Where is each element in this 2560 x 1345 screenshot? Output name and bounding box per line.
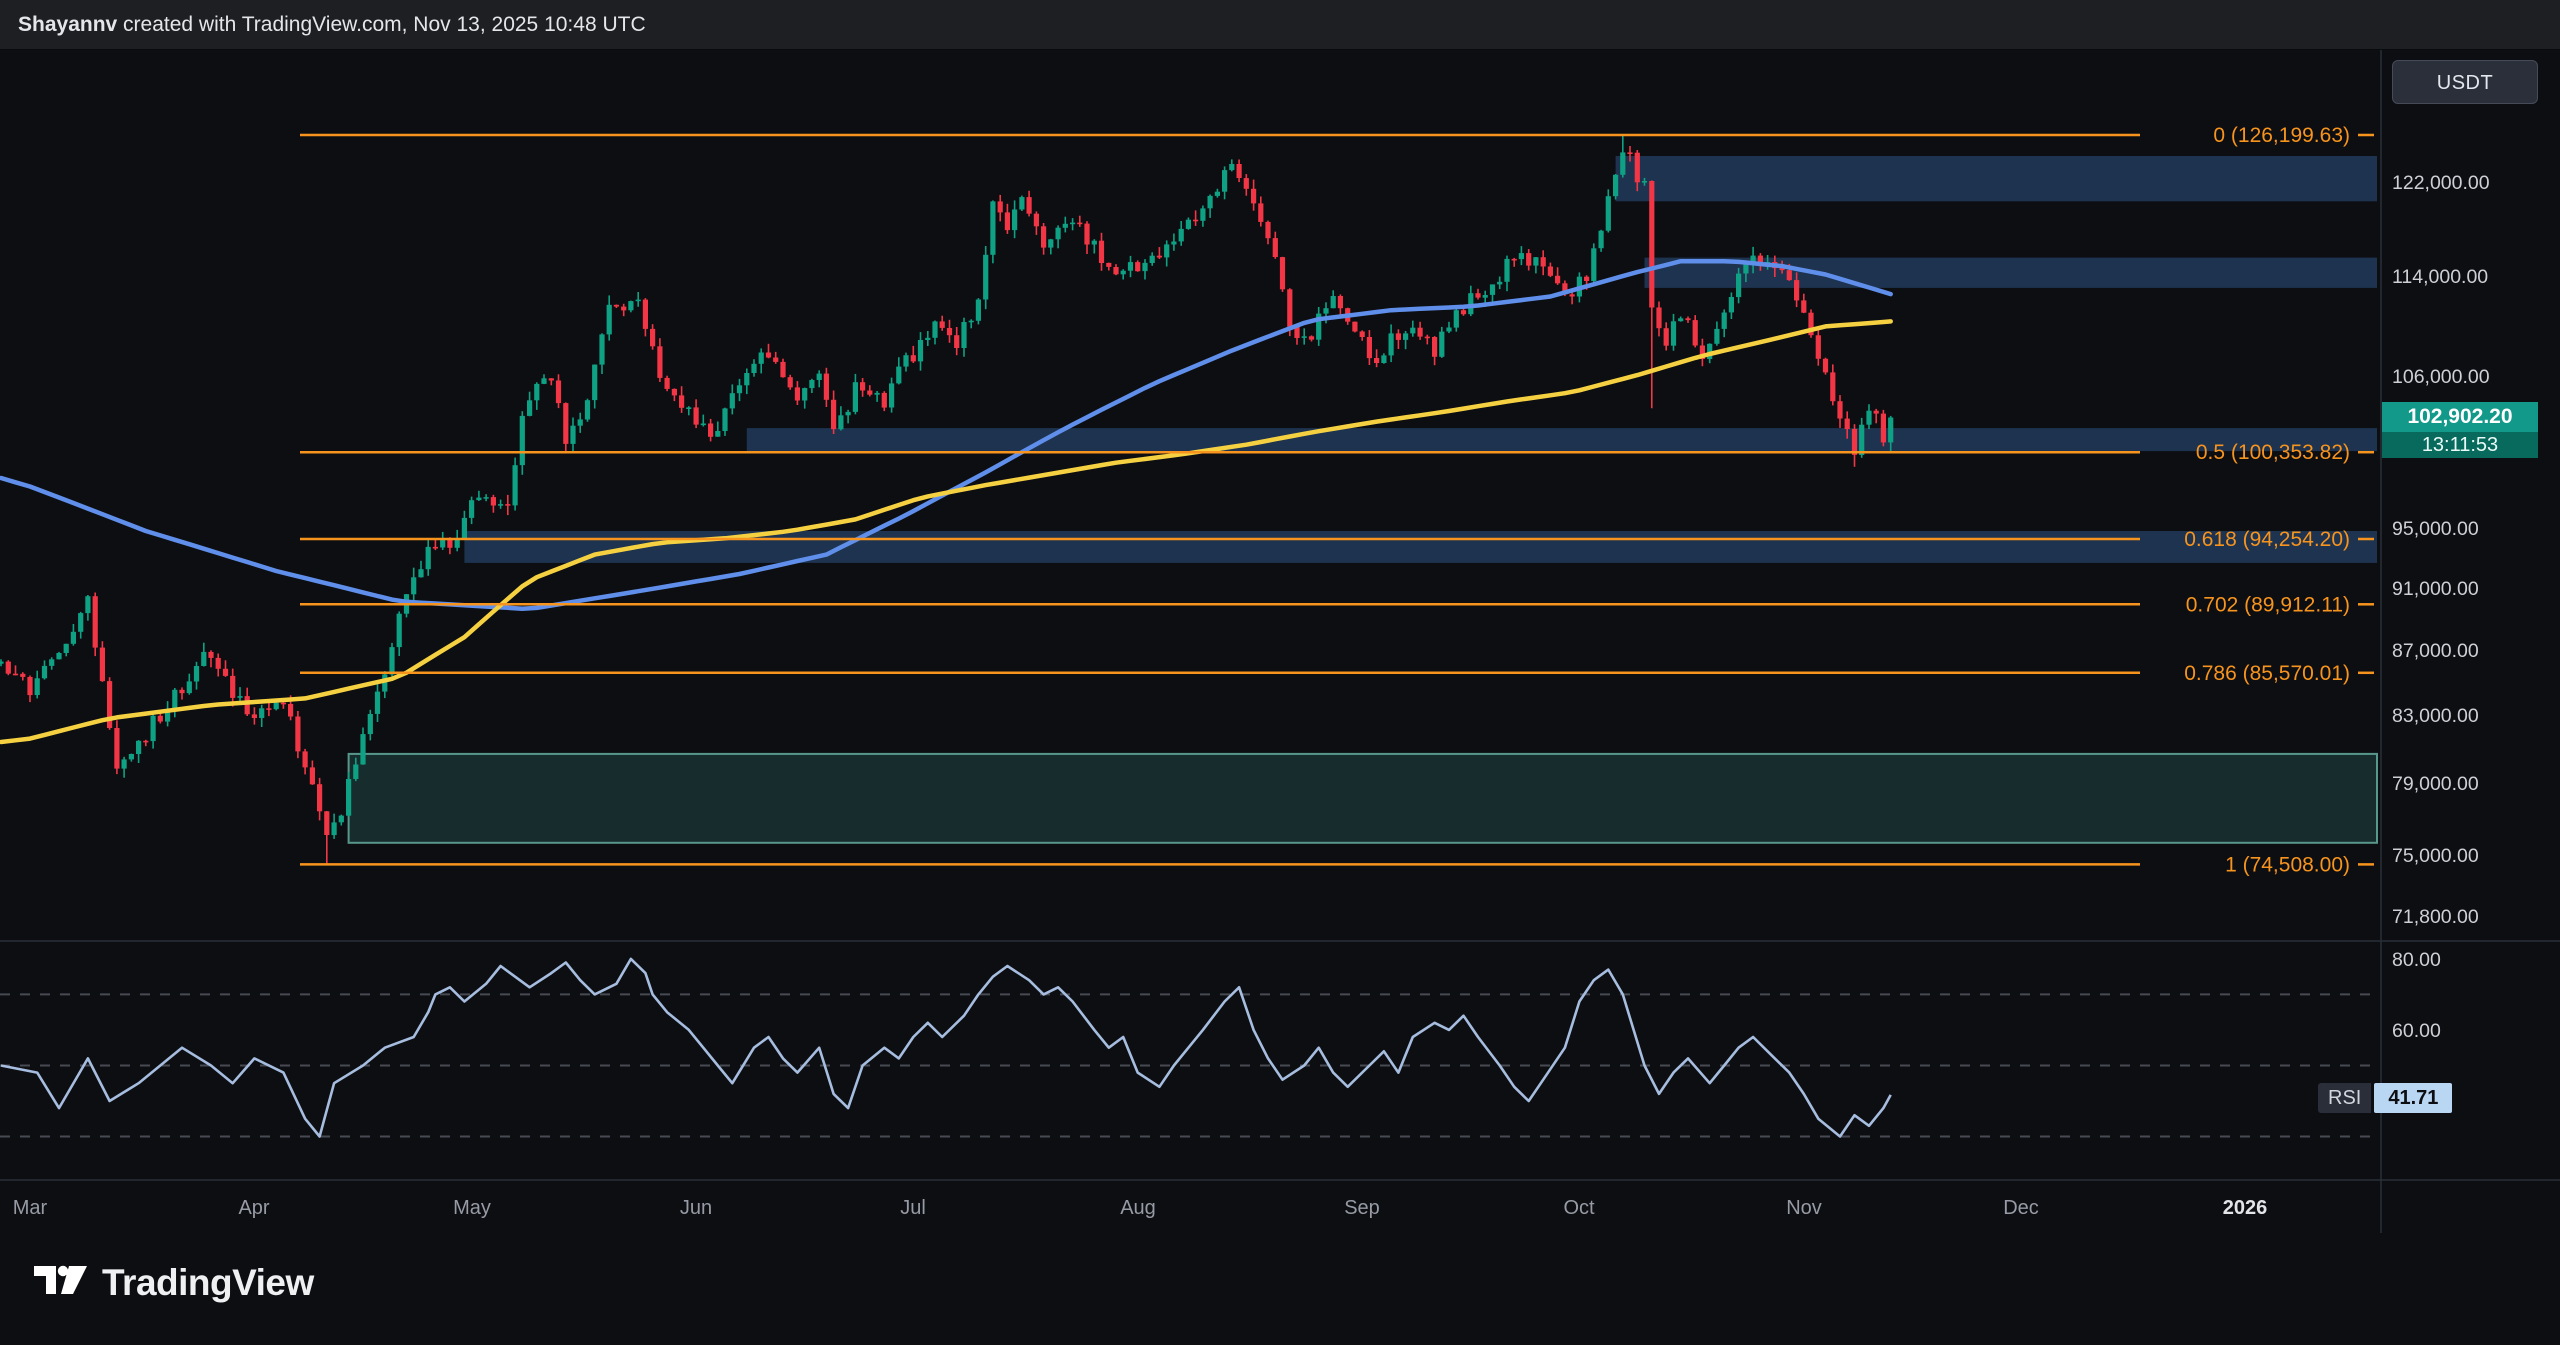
- rsi-last-value-badge: RSI 41.71: [2318, 1083, 2452, 1113]
- supply-zone-124k: [1616, 156, 2377, 201]
- svg-text:Apr: Apr: [238, 1197, 269, 1219]
- bar-countdown-timer: 13:11:53: [2382, 432, 2538, 458]
- fib-level-label: 0.618 (94,254.20): [2184, 528, 2350, 551]
- svg-text:Jul: Jul: [900, 1197, 926, 1219]
- support-zone-101k: [747, 428, 2377, 451]
- fib-level-label: 0 (126,199.63): [2213, 124, 2350, 147]
- rsi-axis-labels[interactable]: 80.00 60.00: [2392, 949, 2441, 1042]
- svg-text:Oct: Oct: [1563, 1197, 1595, 1219]
- svg-text:106,000.00: 106,000.00: [2392, 366, 2490, 388]
- svg-text:87,000.00: 87,000.00: [2392, 640, 2479, 662]
- rsi-value: 41.71: [2374, 1083, 2452, 1113]
- svg-text:Nov: Nov: [1786, 1197, 1822, 1219]
- tradingview-logo-icon: [34, 1258, 88, 1307]
- fib-level-label: 0.702 (89,912.11): [2186, 593, 2350, 616]
- demand-zone-78k: [349, 754, 2377, 843]
- svg-text:Mar: Mar: [13, 1197, 48, 1219]
- attribution-text: created with TradingView.com, Nov 13, 20…: [117, 13, 645, 36]
- tradingview-logo-text: TradingView: [102, 1262, 314, 1304]
- fib-level-label: 0.5 (100,353.82): [2196, 441, 2350, 464]
- svg-text:Dec: Dec: [2003, 1197, 2039, 1219]
- price-axis-labels[interactable]: 122,000.00 114,000.00 106,000.00 95,000.00 9…: [2392, 172, 2490, 928]
- time-axis-labels[interactable]: Mar Apr May Jun Jul Aug Sep Oct Nov Dec 2026: [13, 1197, 2267, 1219]
- svg-text:80.00: 80.00: [2392, 949, 2441, 971]
- rsi-band-lines: [0, 994, 2377, 1136]
- svg-text:91,000.00: 91,000.00: [2392, 578, 2479, 600]
- last-price-badge: 102,902.20 13:11:53: [2382, 402, 2538, 458]
- svg-text:83,000.00: 83,000.00: [2392, 705, 2479, 727]
- currency-toggle-usdt[interactable]: USDT: [2392, 60, 2538, 104]
- svg-text:May: May: [453, 1197, 491, 1219]
- svg-text:Aug: Aug: [1120, 1197, 1156, 1219]
- svg-text:60.00: 60.00: [2392, 1020, 2441, 1042]
- fib-level[interactable]: 1 (74,508.00): [300, 853, 2374, 876]
- svg-text:79,000.00: 79,000.00: [2392, 773, 2479, 795]
- svg-text:75,000.00: 75,000.00: [2392, 845, 2479, 867]
- fib-level[interactable]: 0 (126,199.63): [300, 124, 2374, 147]
- attribution-username: Shayannv: [18, 13, 117, 36]
- svg-text:95,000.00: 95,000.00: [2392, 518, 2479, 540]
- rsi-line: [1, 959, 1891, 1137]
- last-price-value: 102,902.20: [2382, 402, 2538, 432]
- fib-level-label: 1 (74,508.00): [2225, 853, 2350, 876]
- svg-text:2026: 2026: [2223, 1197, 2268, 1219]
- fib-level[interactable]: 0.786 (85,570.01): [300, 662, 2374, 685]
- chart-canvas[interactable]: 0 (126,199.63) 0.5 (100,353.82) 0.618 (94,…: [0, 0, 2560, 1345]
- attribution-bar: Shayannv created with TradingView.com, N…: [0, 0, 2560, 50]
- fib-level-label: 0.786 (85,570.01): [2184, 662, 2350, 685]
- svg-text:Sep: Sep: [1344, 1197, 1380, 1219]
- tradingview-snapshot: { "header": { "username": "Shayannv", "r…: [0, 0, 2560, 1345]
- svg-text:114,000.00: 114,000.00: [2392, 266, 2488, 288]
- svg-text:122,000.00: 122,000.00: [2392, 172, 2490, 194]
- rsi-indicator-label[interactable]: RSI: [2318, 1083, 2371, 1113]
- svg-text:Jun: Jun: [680, 1197, 712, 1219]
- svg-text:71,800.00: 71,800.00: [2392, 906, 2479, 928]
- tradingview-watermark[interactable]: TradingView: [34, 1258, 314, 1307]
